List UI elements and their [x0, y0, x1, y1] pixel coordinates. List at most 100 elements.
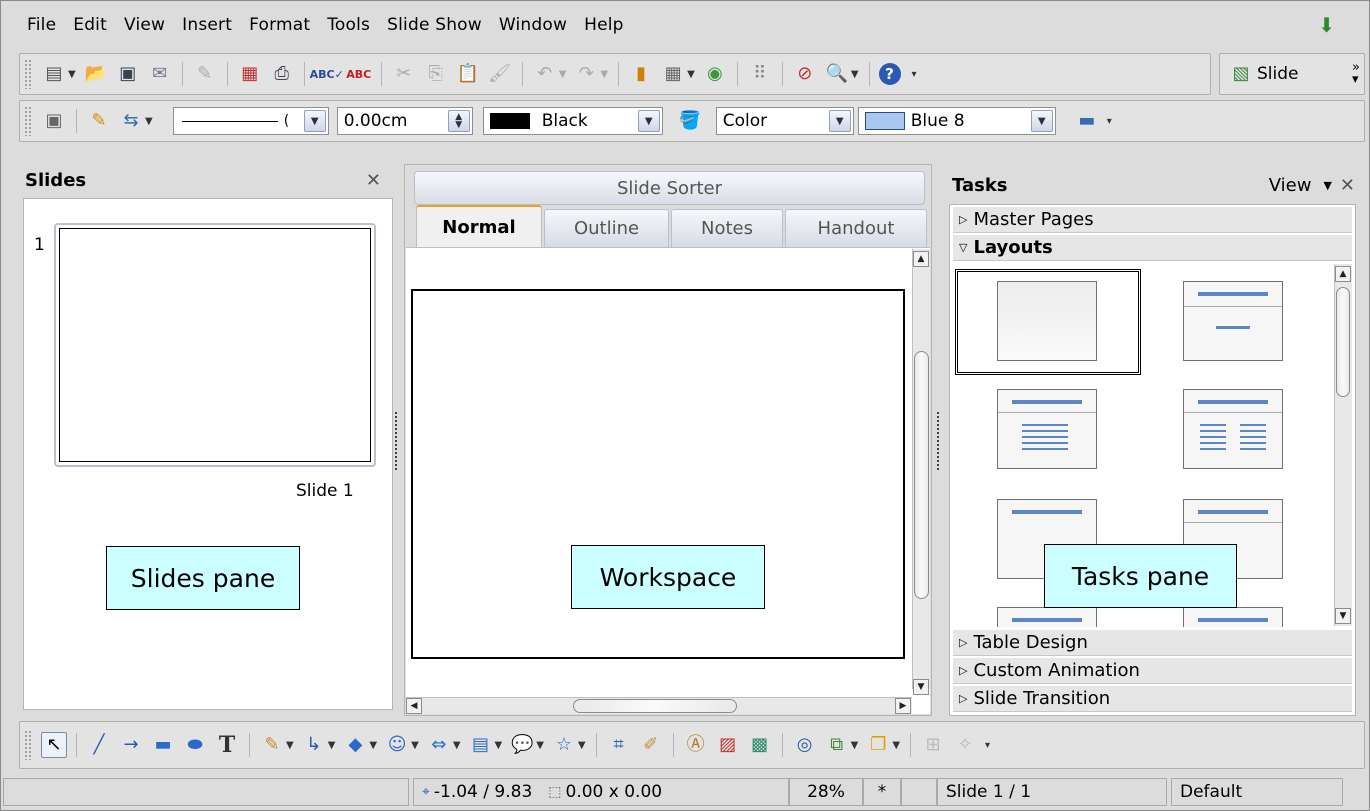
chevron-down-icon[interactable]: ▼ — [637, 110, 660, 132]
new-dropdown-icon[interactable]: ▼ — [68, 69, 76, 80]
fontwork-icon[interactable]: Ⓐ — [683, 732, 709, 758]
slide-button[interactable]: Slide — [1257, 64, 1299, 84]
menu-file[interactable]: File — [27, 15, 56, 35]
new-document-icon[interactable]: ▤ — [41, 61, 67, 87]
select-pointer-icon[interactable]: ↖ — [41, 732, 67, 758]
tab-outline[interactable]: Outline — [544, 209, 669, 247]
undo-icon[interactable]: ↶ — [532, 61, 558, 87]
toolbar-grip[interactable] — [24, 59, 32, 89]
toolbar-more-icon[interactable]: » ▾ — [1352, 61, 1360, 86]
save-icon[interactable]: ▣ — [115, 61, 141, 87]
toolbar-overflow-icon[interactable]: ▾ — [985, 740, 990, 751]
grid-icon[interactable]: ⠿ — [747, 61, 773, 87]
block-arrows-icon[interactable]: ⇔ — [426, 732, 452, 758]
chevron-down-icon[interactable]: ▼ — [828, 110, 851, 132]
update-download-icon[interactable]: ⬇ — [1318, 13, 1335, 37]
area-style-select[interactable]: Color ▼ — [715, 107, 854, 135]
extrusion-icon[interactable]: ◎ — [792, 732, 818, 758]
menu-tools[interactable]: Tools — [327, 15, 370, 35]
close-icon[interactable]: ✕ — [1340, 175, 1355, 196]
vertical-scroll-thumb[interactable] — [914, 351, 929, 599]
scroll-up-icon[interactable]: ▲ — [913, 251, 929, 267]
close-icon[interactable]: ✕ — [366, 170, 381, 191]
layout-title-only[interactable] — [1183, 281, 1283, 361]
status-signature-cell[interactable] — [901, 778, 937, 806]
layout-item-partial[interactable] — [1183, 607, 1283, 627]
chevron-down-icon[interactable]: ▼ — [1323, 179, 1331, 192]
line-tool-icon[interactable]: ╱ — [86, 732, 112, 758]
tab-slide-sorter[interactable]: Slide Sorter — [414, 171, 925, 205]
toolbar-grip[interactable] — [24, 106, 32, 136]
arrange-icon[interactable]: ❐ — [865, 732, 891, 758]
connector-tool-icon[interactable]: ↳ — [301, 732, 327, 758]
section-slide-transition[interactable]: ▷ Slide Transition — [953, 686, 1352, 712]
open-folder-icon[interactable]: 📂 — [83, 61, 109, 87]
status-modified[interactable]: * — [863, 778, 901, 806]
layout-title-content[interactable] — [997, 389, 1097, 469]
connector-dropdown-icon[interactable]: ▼ — [328, 740, 336, 751]
redo-dropdown-icon[interactable]: ▼ — [600, 69, 608, 80]
shadow-icon[interactable]: ▬ — [1074, 108, 1100, 134]
symbol-shapes-dropdown-icon[interactable]: ▼ — [411, 740, 419, 751]
ellipse-tool-icon[interactable]: ⬬ — [182, 732, 208, 758]
slide-thumbnail[interactable] — [54, 223, 376, 467]
glue-points-icon[interactable]: ✐ — [638, 732, 664, 758]
callouts-icon[interactable]: 💬 — [509, 732, 535, 758]
callouts-dropdown-icon[interactable]: ▼ — [536, 740, 544, 751]
line-style-select[interactable]: ( ▼ — [172, 107, 329, 135]
table-icon[interactable]: ▦ — [660, 61, 686, 87]
scroll-right-icon[interactable]: ▶ — [895, 698, 911, 714]
email-icon[interactable]: ✉ — [147, 61, 173, 87]
new-slide-icon[interactable]: ▧ — [1228, 61, 1254, 87]
menu-help[interactable]: Help — [584, 15, 624, 35]
tasks-view-menu[interactable]: View — [1269, 175, 1312, 196]
points-icon[interactable]: ⌗ — [606, 732, 632, 758]
alignment-icon[interactable]: ⊞ — [920, 732, 946, 758]
redo-icon[interactable]: ↷ — [573, 61, 599, 87]
spin-icon[interactable]: ▲ ▼ — [447, 110, 470, 132]
scroll-down-icon[interactable]: ▼ — [1335, 608, 1351, 624]
help-icon[interactable]: ? — [878, 63, 901, 85]
print-icon[interactable]: ⎙ — [269, 61, 295, 87]
autospellcheck-icon[interactable]: ABC — [346, 61, 372, 87]
effects-icon[interactable]: ⧉ — [824, 732, 850, 758]
splitter-handle[interactable] — [936, 411, 940, 471]
navigator-icon[interactable]: ⊘ — [792, 61, 818, 87]
edit-file-icon[interactable]: ✎ — [192, 61, 218, 87]
toolbar-overflow-icon[interactable]: ▾ — [912, 69, 917, 80]
effects-dropdown-icon[interactable]: ▼ — [851, 740, 859, 751]
tab-notes[interactable]: Notes — [671, 209, 783, 247]
arrow-tool-icon[interactable]: → — [118, 732, 144, 758]
scroll-down-icon[interactable]: ▼ — [913, 679, 929, 695]
stars-icon[interactable]: ☆ — [551, 732, 577, 758]
toolbar-overflow-icon[interactable]: ▾ — [1107, 116, 1112, 127]
flowchart-dropdown-icon[interactable]: ▼ — [495, 740, 503, 751]
line-icon[interactable]: ✎ — [86, 108, 112, 134]
section-layouts[interactable]: ▽ Layouts — [953, 235, 1352, 261]
insert-picture-icon[interactable]: ▩ — [747, 732, 773, 758]
curve-dropdown-icon[interactable]: ▼ — [286, 740, 294, 751]
flowchart-icon[interactable]: ▤ — [468, 732, 494, 758]
export-pdf-icon[interactable]: ▦ — [237, 61, 263, 87]
basic-shapes-dropdown-icon[interactable]: ▼ — [369, 740, 377, 751]
line-width-field[interactable]: 0.00cm ▲ ▼ — [336, 107, 473, 135]
basic-shapes-icon[interactable]: ◆ — [342, 732, 368, 758]
insert-image-icon[interactable]: ▨ — [715, 732, 741, 758]
zoom-dropdown-icon[interactable]: ▼ — [851, 69, 859, 80]
rectangle-tool-icon[interactable]: ▬ — [150, 732, 176, 758]
chart-icon[interactable]: ▮ — [628, 61, 654, 87]
menu-view[interactable]: View — [124, 15, 165, 35]
table-dropdown-icon[interactable]: ▼ — [687, 69, 695, 80]
tab-normal[interactable]: Normal — [416, 205, 542, 247]
menu-slide-show[interactable]: Slide Show — [387, 15, 482, 35]
section-table-design[interactable]: ▷ Table Design — [953, 630, 1352, 656]
arrow-style-icon[interactable]: ⇆ — [118, 108, 144, 134]
spellcheck-icon[interactable]: ABC✓ — [310, 61, 344, 87]
area-color-select[interactable]: Blue 8 ▼ — [857, 107, 1056, 135]
menu-format[interactable]: Format — [249, 15, 310, 35]
arrow-style-dropdown-icon[interactable]: ▼ — [145, 116, 153, 127]
tab-handout[interactable]: Handout — [785, 209, 927, 247]
chevron-down-icon[interactable]: ▼ — [303, 110, 326, 132]
layout-title-2-content[interactable] — [1183, 389, 1283, 469]
curve-tool-icon[interactable]: ✎ — [259, 732, 285, 758]
